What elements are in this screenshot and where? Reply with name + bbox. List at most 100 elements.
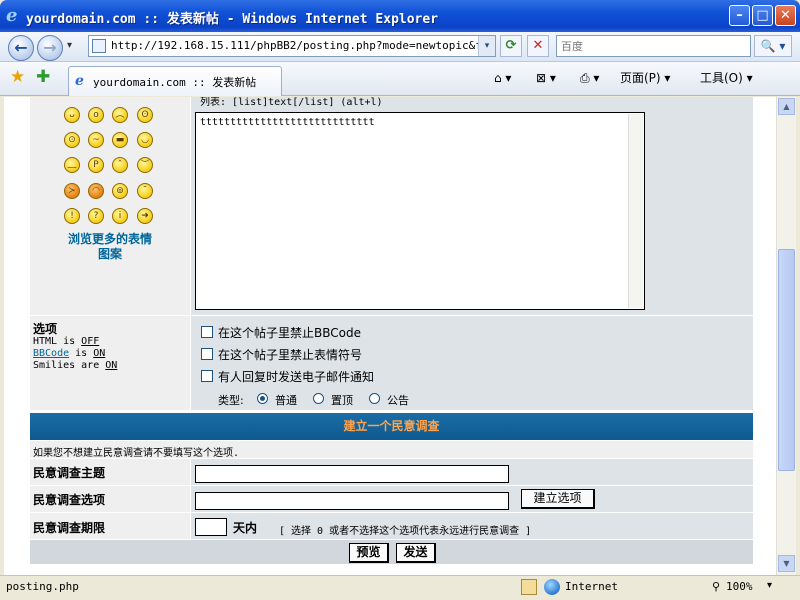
stop-button[interactable]: ✕ bbox=[527, 35, 549, 57]
arrow-icon[interactable]: ➜ bbox=[137, 208, 153, 224]
action-bar bbox=[30, 540, 753, 564]
confused-icon[interactable]: ~ bbox=[88, 132, 104, 148]
bbcode-link[interactable]: BBCode bbox=[33, 348, 69, 359]
status-bar bbox=[0, 575, 800, 600]
bbcode-is-label: is bbox=[69, 348, 94, 359]
page-icon bbox=[92, 39, 106, 53]
scroll-down-button[interactable]: ▼ bbox=[778, 555, 795, 572]
type-sticky-label: 置顶 bbox=[331, 394, 353, 407]
html-status-value: OFF bbox=[81, 336, 100, 347]
surprised-icon[interactable]: ʘ bbox=[137, 107, 153, 123]
search-button[interactable]: 🔍 ▾ bbox=[754, 35, 792, 57]
history-dropdown-icon[interactable]: ▾ bbox=[67, 40, 72, 51]
smilies-status-label: Smilies are bbox=[33, 360, 106, 371]
rolleyes-icon[interactable]: ⊚ bbox=[112, 183, 128, 199]
shocked-icon[interactable]: o bbox=[88, 107, 104, 123]
favorites-star-icon[interactable]: ★ bbox=[10, 68, 25, 86]
notify-reply-checkbox[interactable] bbox=[201, 370, 213, 382]
tab-title: yourdomain.com :: 发表新帖 bbox=[93, 76, 257, 89]
window-titlebar: e yourdomain.com :: 发表新帖 - Windows Inter… bbox=[0, 0, 800, 32]
home-button[interactable]: ⌂ ▾ bbox=[494, 68, 511, 88]
bbcode-hint: 列表: [list]text[/list] (alt+l) bbox=[200, 97, 383, 108]
address-dropdown-icon[interactable]: ▾ bbox=[478, 36, 495, 56]
mad-icon[interactable]: ﹏ bbox=[64, 157, 80, 173]
bbcode-status-value: ON bbox=[93, 348, 106, 359]
page-scrollbar[interactable]: ▲ ▼ bbox=[776, 97, 796, 575]
twisted-icon[interactable]: ◠ bbox=[88, 183, 104, 199]
type-announce-label: 公告 bbox=[387, 394, 409, 407]
tab-ie-icon: e bbox=[75, 73, 84, 89]
disable-bbcode-checkbox[interactable] bbox=[201, 326, 213, 338]
smilies-panel bbox=[30, 97, 190, 315]
protected-mode-icon bbox=[521, 579, 537, 595]
forward-button[interactable]: → bbox=[37, 35, 63, 61]
poll-hint: 如果您不想建立民意调查请不要填写这个选项. bbox=[33, 448, 240, 459]
type-sticky-radio[interactable] bbox=[313, 393, 324, 404]
poll-days-label: 天内 bbox=[233, 521, 258, 535]
address-bar[interactable]: http://192.168.15.111/phpBB2/posting.php… bbox=[88, 35, 496, 57]
cool-icon[interactable]: ▬ bbox=[112, 132, 128, 148]
smilies-status-value: ON bbox=[105, 360, 118, 371]
smile-icon[interactable]: ᴗ bbox=[64, 107, 80, 123]
disable-smilies-label: 在这个帖子里禁止表情符号 bbox=[218, 348, 363, 362]
print-button[interactable]: ⎙ ▾ bbox=[580, 68, 599, 88]
page-content: ᴗ o ︵ ʘ ⊙ ~ ▬ ◡ ﹏ P ˆ ︶ ≻ ◠ ⊚ ˘!? i ➜ 浏览更多的表情图案 列表: [list… bbox=[4, 97, 776, 575]
laugh-icon[interactable]: ◡ bbox=[137, 132, 153, 148]
poll-header: 建立一个民意调查 bbox=[30, 413, 753, 440]
preview-button[interactable]: 预览 bbox=[349, 543, 389, 563]
notify-reply-label: 有人回复时发送电子邮件通知 bbox=[218, 370, 375, 384]
zoom-dropdown-icon[interactable]: ▾ bbox=[767, 580, 772, 591]
status-text: posting.php bbox=[6, 580, 79, 593]
internet-zone-icon bbox=[544, 579, 560, 595]
scroll-up-button[interactable]: ▲ bbox=[778, 98, 795, 115]
add-favorite-icon[interactable]: ✚ bbox=[36, 68, 50, 86]
cry-icon[interactable]: ︶ bbox=[137, 157, 153, 173]
browser-tab[interactable]: e yourdomain.com :: 发表新帖 bbox=[68, 66, 282, 96]
poll-length-label: 民意调查期限 bbox=[33, 521, 106, 535]
idea-icon[interactable]: i bbox=[112, 208, 128, 224]
sad-icon[interactable]: ︵ bbox=[112, 107, 128, 123]
page-menu[interactable]: 页面(P) ▾ bbox=[620, 68, 670, 88]
type-normal-label: 普通 bbox=[275, 394, 297, 407]
scroll-thumb[interactable] bbox=[778, 249, 795, 471]
ie-logo-icon: e bbox=[6, 5, 18, 26]
back-button[interactable]: ← bbox=[8, 35, 34, 61]
poll-question-input[interactable] bbox=[195, 465, 509, 483]
close-window-button[interactable]: ✕ bbox=[775, 5, 796, 26]
type-normal-radio[interactable] bbox=[257, 393, 268, 404]
zoom-icon[interactable]: ⚲ bbox=[712, 580, 720, 593]
poll-length-input[interactable] bbox=[195, 518, 227, 536]
type-announce-radio[interactable] bbox=[369, 393, 380, 404]
evil-icon[interactable]: ≻ bbox=[64, 183, 80, 199]
disable-smilies-checkbox[interactable] bbox=[201, 348, 213, 360]
exclaim-icon[interactable]: ! bbox=[64, 208, 80, 224]
disable-bbcode-label: 在这个帖子里禁止BBCode bbox=[218, 326, 361, 340]
security-zone: Internet bbox=[565, 580, 618, 593]
add-option-button[interactable]: 建立选项 bbox=[521, 489, 595, 509]
wink-icon[interactable]: ˘ bbox=[137, 183, 153, 199]
search-box[interactable] bbox=[556, 35, 751, 57]
search-input[interactable] bbox=[557, 36, 750, 56]
topic-type-label: 类型: bbox=[218, 394, 244, 407]
submit-button[interactable]: 发送 bbox=[396, 543, 436, 563]
minimize-button[interactable]: – bbox=[729, 5, 750, 26]
window-title: yourdomain.com :: 发表新帖 - Windows Interne… bbox=[26, 12, 439, 27]
poll-question-label: 民意调查主题 bbox=[33, 466, 106, 480]
eek-icon[interactable]: ⊙ bbox=[64, 132, 80, 148]
poll-option-label: 民意调查选项 bbox=[33, 493, 106, 507]
zoom-level[interactable]: 100% bbox=[726, 580, 753, 593]
refresh-button[interactable]: ⟳ bbox=[500, 35, 522, 57]
textarea-scrollbar[interactable] bbox=[628, 114, 643, 308]
embarrassed-icon[interactable]: ˆ bbox=[112, 157, 128, 173]
address-input[interactable]: http://192.168.15.111/phpBB2/posting.php… bbox=[111, 39, 495, 52]
maximize-button[interactable]: □ bbox=[752, 5, 773, 26]
question-icon[interactable]: ? bbox=[88, 208, 104, 224]
message-textarea[interactable] bbox=[195, 112, 645, 310]
tools-menu[interactable]: 工具(O) ▾ bbox=[700, 68, 753, 88]
poll-option-input[interactable] bbox=[195, 492, 509, 510]
html-status-label: HTML is bbox=[33, 336, 82, 347]
feeds-button[interactable]: ⊠ ▾ bbox=[536, 68, 556, 88]
razz-icon[interactable]: P bbox=[88, 157, 104, 173]
poll-length-hint: [ 选择 0 或者不选择这个选项代表永远进行民意调查 ] bbox=[279, 526, 532, 537]
more-smilies-link[interactable]: 浏览更多的表情图案 bbox=[64, 232, 156, 262]
